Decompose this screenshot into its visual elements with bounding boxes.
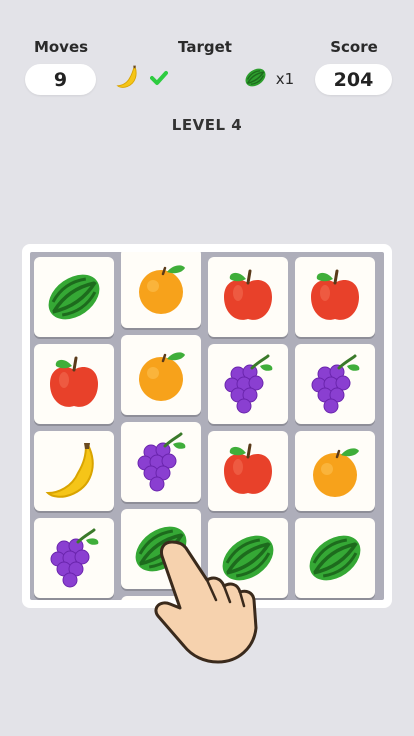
tile-grapes[interactable]	[121, 422, 201, 502]
moves-counter: 9	[25, 64, 96, 95]
target-count: x1	[275, 70, 295, 88]
apple-icon	[50, 356, 98, 407]
orange-icon	[139, 352, 185, 401]
tile-orange[interactable]	[121, 252, 201, 328]
grapes-icon	[224, 354, 273, 414]
apple-icon	[311, 269, 359, 320]
tile-grapes[interactable]	[208, 344, 288, 424]
tile-watermelon[interactable]	[34, 257, 114, 337]
apple-icon	[224, 443, 272, 494]
banana-icon	[116, 65, 137, 88]
tile-apple[interactable]	[208, 431, 288, 511]
grapes-icon	[311, 354, 360, 414]
watermelon-icon	[309, 535, 361, 581]
watermelon-icon	[245, 68, 266, 87]
orange-icon	[139, 265, 185, 314]
grapes-icon	[137, 432, 186, 492]
checkmark-icon	[150, 71, 168, 85]
apple-icon	[224, 269, 272, 320]
tile-watermelon[interactable]	[295, 518, 375, 598]
banana-icon	[45, 443, 94, 498]
watermelon-icon	[48, 274, 100, 320]
tile-apple[interactable]	[295, 257, 375, 337]
score-counter: 204	[315, 64, 392, 95]
tile-grapes[interactable]	[34, 518, 114, 598]
tile-apple[interactable]	[208, 257, 288, 337]
tile-grapes[interactable]	[295, 344, 375, 424]
tile-orange[interactable]	[295, 431, 375, 511]
target-label: Target	[178, 38, 232, 56]
level-title: LEVEL 4	[171, 116, 243, 134]
orange-icon	[313, 448, 359, 497]
tile-orange[interactable]	[121, 335, 201, 415]
tile-apple[interactable]	[34, 344, 114, 424]
grapes-icon	[50, 528, 99, 588]
moves-label: Moves	[33, 38, 89, 56]
tile-banana[interactable]	[34, 431, 114, 511]
pointing-hand-icon	[154, 540, 258, 664]
score-label: Score	[330, 38, 378, 56]
